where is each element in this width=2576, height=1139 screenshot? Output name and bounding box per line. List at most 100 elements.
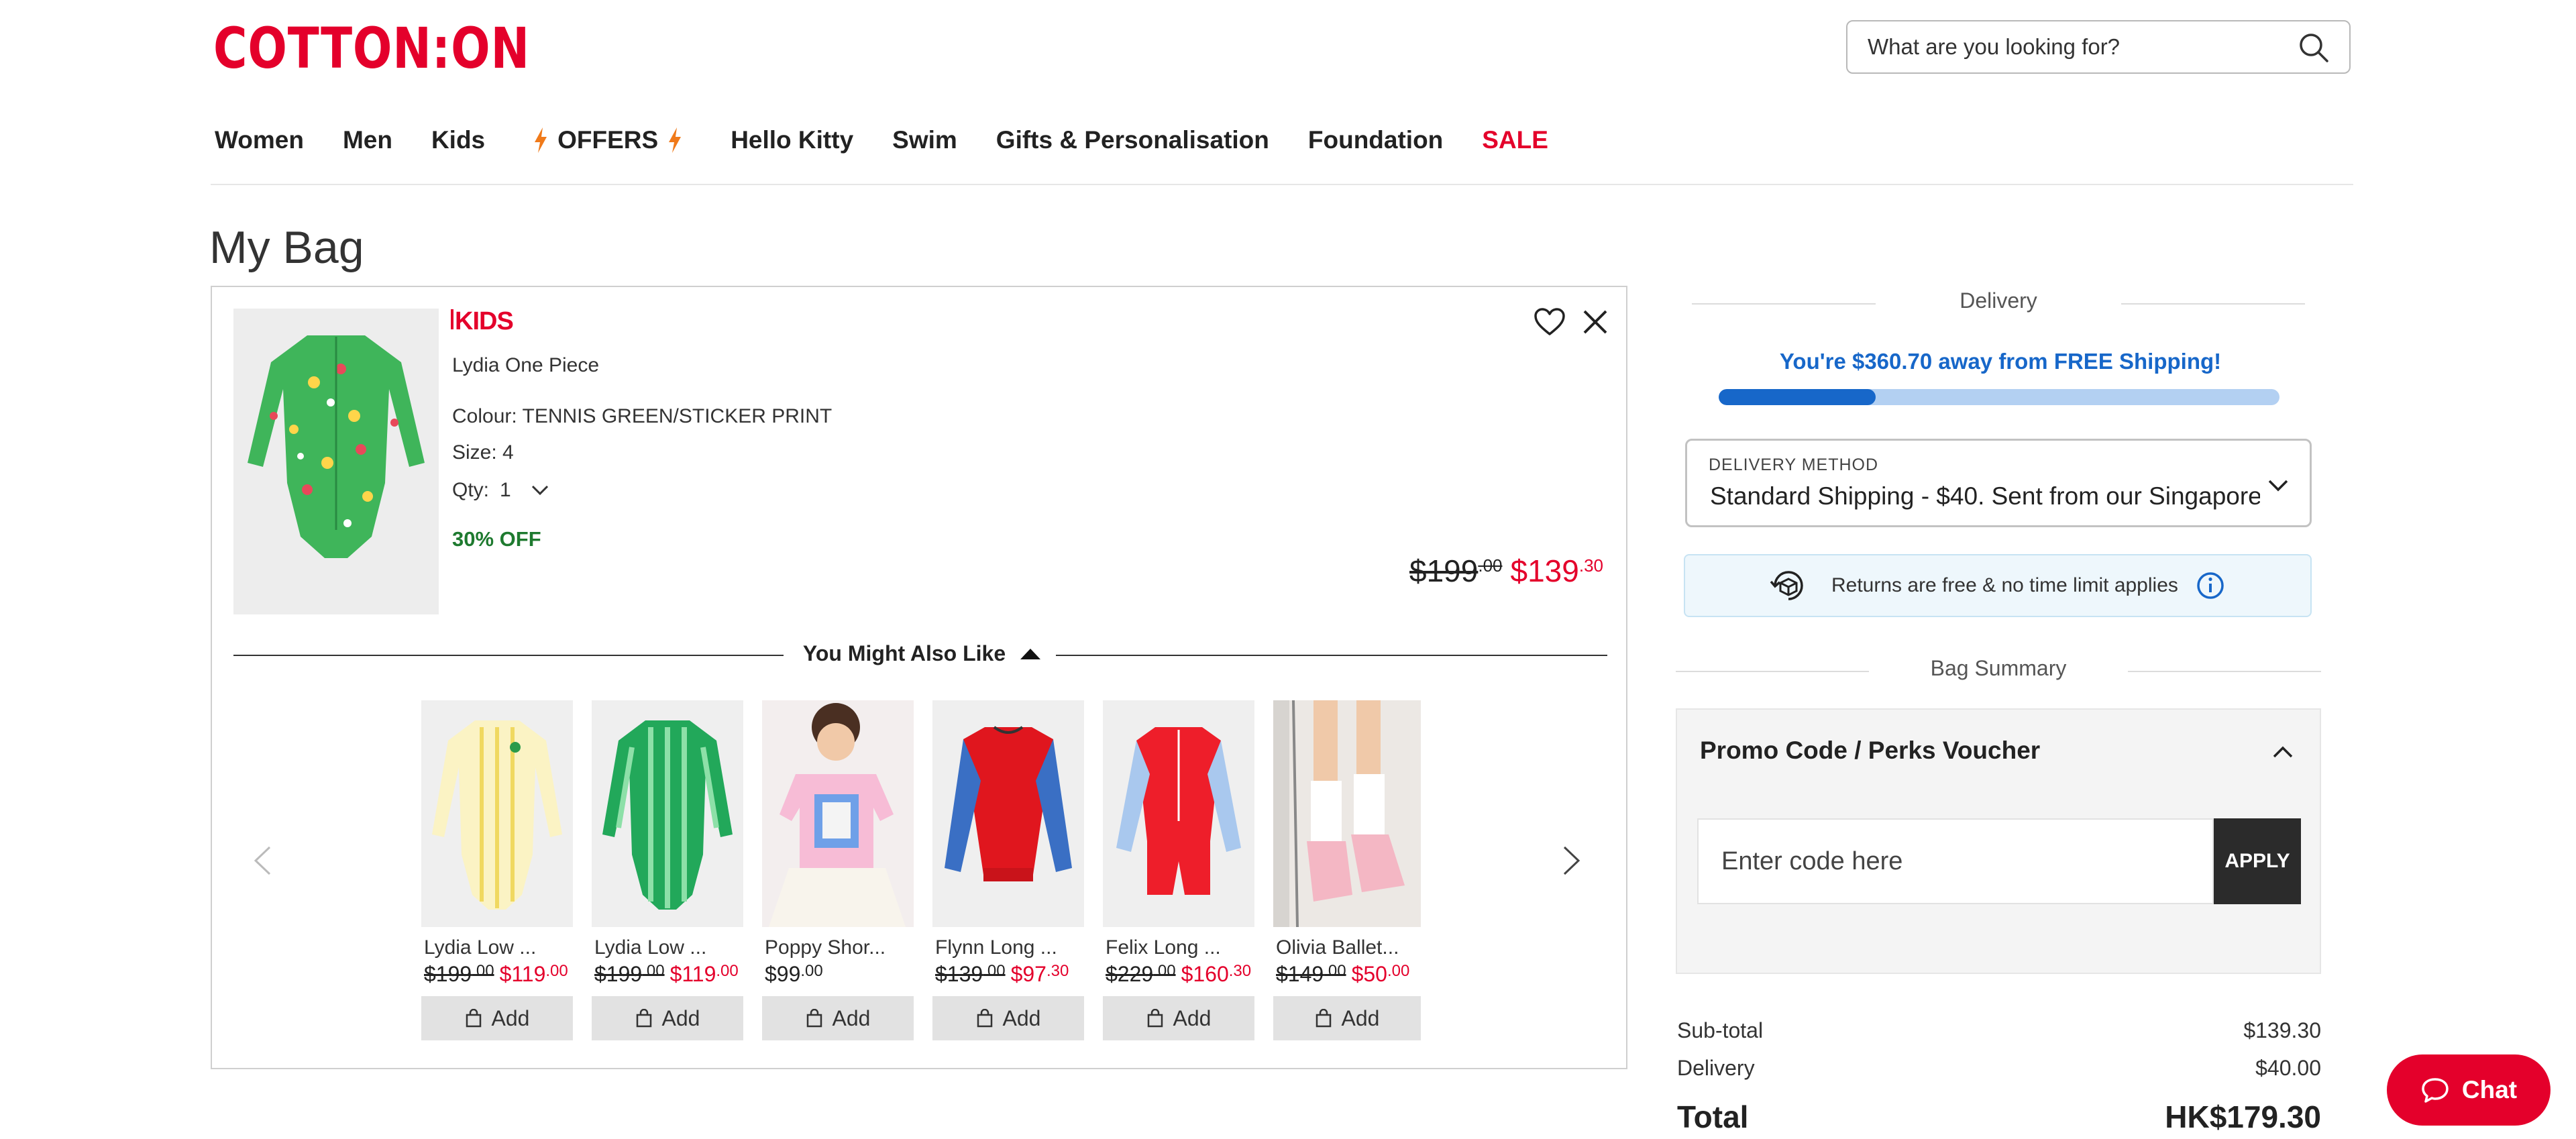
product-colour: Colour: TENNIS GREEN/STICKER PRINT xyxy=(452,405,833,427)
recommendation-name[interactable]: Flynn Long ... xyxy=(932,936,1084,959)
recommendation-image[interactable] xyxy=(932,700,1084,927)
divider-line xyxy=(1676,671,1869,672)
lightning-icon xyxy=(535,127,547,153)
recommendation-price: $139.00 $97.30 xyxy=(932,962,1084,987)
price-original-cents: .00 xyxy=(1478,555,1503,576)
nav-women[interactable]: Women xyxy=(215,126,304,154)
carousel-next-icon[interactable] xyxy=(1562,845,1582,876)
recommendation-price: $199.00 $119.00 xyxy=(592,962,743,987)
add-label: Add xyxy=(661,1006,700,1030)
add-to-bag-button[interactable]: Add xyxy=(1103,996,1254,1040)
recommendation-card[interactable]: Felix Long ... $229.00 $160.30 Add xyxy=(1103,700,1254,1040)
recommendation-card[interactable]: Lydia Low ... $199.00 $119.00 Add xyxy=(421,700,573,1040)
add-to-bag-button[interactable]: Add xyxy=(592,996,743,1040)
recommendation-card[interactable]: Flynn Long ... $139.00 $97.30 Add xyxy=(932,700,1084,1040)
shopping-bag-icon xyxy=(636,1009,651,1028)
nav-sale[interactable]: SALE xyxy=(1482,126,1548,154)
progress-fill xyxy=(1719,389,1876,405)
add-to-bag-button[interactable]: Add xyxy=(1273,996,1421,1040)
recommendation-name[interactable]: Felix Long ... xyxy=(1103,936,1254,959)
remove-item-close-icon[interactable] xyxy=(1580,307,1610,337)
total-row: Total HK$179.30 xyxy=(1677,1099,2321,1135)
main-nav: Women Men Kids OFFERS Hello Kitty Swim G… xyxy=(215,123,1587,157)
wishlist-heart-icon[interactable] xyxy=(1534,307,1566,337)
subtotal-row: Sub-total $139.30 xyxy=(1677,1018,2321,1043)
chevron-up-icon[interactable] xyxy=(2271,745,2294,759)
add-label: Add xyxy=(1002,1006,1041,1030)
nav-swim[interactable]: Swim xyxy=(892,126,957,154)
nav-men[interactable]: Men xyxy=(343,126,392,154)
product-image[interactable] xyxy=(233,309,439,614)
quantity-selector[interactable]: Qty: 1 xyxy=(452,479,550,502)
info-icon[interactable] xyxy=(2196,571,2225,600)
search-bar[interactable] xyxy=(1846,20,2351,74)
nav-offers-label: OFFERS xyxy=(557,126,659,154)
shopping-bag-icon xyxy=(977,1009,992,1028)
recommendation-price: $199.00 $119.00 xyxy=(421,962,573,987)
nav-kids[interactable]: Kids xyxy=(431,126,485,154)
price-regular: $99.00 xyxy=(765,962,823,986)
price-original: $199 xyxy=(1409,553,1479,588)
apply-promo-button[interactable]: APPLY xyxy=(2214,818,2301,904)
subtotal-value: $139.30 xyxy=(2243,1018,2321,1042)
nav-hello-kitty[interactable]: Hello Kitty xyxy=(731,126,853,154)
search-input[interactable] xyxy=(1868,21,2284,72)
delivery-method-select[interactable]: DELIVERY METHOD Standard Shipping - $40.… xyxy=(1685,439,2312,527)
returns-text: Returns are free & no time limit applies xyxy=(1831,574,2178,596)
delivery-method-label: DELIVERY METHOD xyxy=(1709,455,1879,474)
recommendation-name[interactable]: Poppy Shor... xyxy=(762,936,914,959)
recommendation-name[interactable]: Olivia Ballet... xyxy=(1273,936,1421,959)
promo-code-input[interactable] xyxy=(1697,818,2214,904)
brand-logo[interactable]: COTTON:ON xyxy=(213,20,530,76)
free-shipping-progress-bar xyxy=(1719,389,2279,405)
chat-button[interactable]: Chat xyxy=(2387,1054,2551,1126)
product-name[interactable]: Lydia One Piece xyxy=(452,354,599,377)
promo-code-title[interactable]: Promo Code / Perks Voucher xyxy=(1700,737,2040,765)
price-sale: $119.00 xyxy=(669,962,739,986)
chevron-down-icon xyxy=(2268,480,2288,492)
add-to-bag-button[interactable]: Add xyxy=(932,996,1084,1040)
chevron-down-icon[interactable] xyxy=(530,484,550,497)
add-to-bag-button[interactable]: Add xyxy=(421,996,573,1040)
divider-line xyxy=(2128,671,2321,672)
nav-divider xyxy=(211,184,2353,185)
price-sale: $139 xyxy=(1510,553,1579,588)
recommendation-name[interactable]: Lydia Low ... xyxy=(592,936,743,959)
recommendation-name[interactable]: Lydia Low ... xyxy=(421,936,573,959)
returns-box-icon xyxy=(1770,571,1803,600)
add-to-bag-button[interactable]: Add xyxy=(762,996,914,1040)
add-label: Add xyxy=(1341,1006,1380,1030)
shopping-bag-icon xyxy=(1316,1009,1331,1028)
recommendation-card[interactable]: Poppy Shor... $99.00 Add xyxy=(762,700,914,1040)
caret-up-icon xyxy=(1020,648,1041,659)
discount-badge: 30% OFF xyxy=(452,527,541,551)
you-might-also-like-toggle[interactable]: You Might Also Like xyxy=(233,641,1607,668)
nav-gifts[interactable]: Gifts & Personalisation xyxy=(996,126,1269,154)
bag-summary-heading: Bag Summary xyxy=(1930,656,2067,680)
shopping-bag-icon xyxy=(1147,1009,1163,1028)
price-original: $229.00 xyxy=(1106,962,1176,986)
recommendation-image[interactable] xyxy=(762,700,914,927)
shopping-bag-icon xyxy=(466,1009,481,1028)
nav-offers[interactable]: OFFERS xyxy=(524,126,692,154)
recommendation-image[interactable] xyxy=(1103,700,1254,927)
recommendation-image[interactable] xyxy=(592,700,743,927)
recommendation-image[interactable] xyxy=(1273,700,1421,927)
ymal-heading: You Might Also Like xyxy=(233,641,1607,666)
recommendation-card[interactable]: Olivia Ballet... $149.00 $50.00 Add xyxy=(1273,700,1421,1040)
delivery-cost-value: $40.00 xyxy=(2255,1056,2321,1080)
add-label: Add xyxy=(1173,1006,1212,1030)
recommendation-card[interactable]: Lydia Low ... $199.00 $119.00 Add xyxy=(592,700,743,1040)
recommendation-price: $149.00 $50.00 xyxy=(1273,962,1421,987)
price-original: $149.00 xyxy=(1276,962,1346,986)
subtotal-label: Sub-total xyxy=(1677,1018,1764,1042)
total-label: Total xyxy=(1677,1099,1749,1134)
nav-foundation[interactable]: Foundation xyxy=(1308,126,1443,154)
delivery-cost-row: Delivery $40.00 xyxy=(1677,1056,2321,1081)
carousel-prev-icon[interactable] xyxy=(252,845,272,876)
recommendation-image[interactable] xyxy=(421,700,573,927)
product-brand: KIDS xyxy=(451,307,514,336)
search-icon[interactable] xyxy=(2298,32,2329,63)
price-sale: $97.30 xyxy=(1010,962,1069,986)
price-sale: $50.00 xyxy=(1351,962,1410,986)
